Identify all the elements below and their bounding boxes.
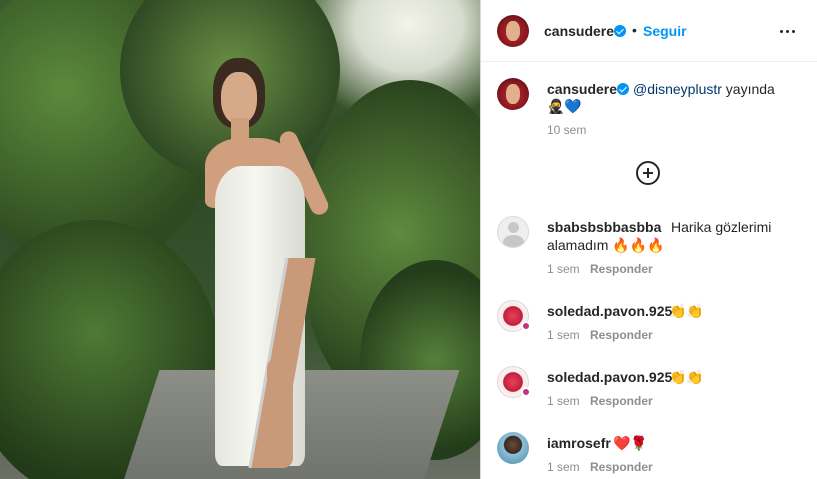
reply-button[interactable]: Responder bbox=[590, 460, 653, 474]
comment-username[interactable]: soledad.pavon.925 bbox=[547, 303, 672, 319]
reply-button[interactable]: Responder bbox=[590, 394, 653, 408]
caption-author-avatar[interactable] bbox=[497, 78, 529, 110]
commenter-avatar[interactable] bbox=[497, 216, 529, 248]
caption-timestamp[interactable]: 10 sem bbox=[547, 123, 586, 137]
commenter-avatar[interactable] bbox=[497, 432, 529, 464]
more-options-icon[interactable] bbox=[778, 22, 798, 42]
post-sidebar: cansudere • Seguir cansudere @disneyplus… bbox=[481, 0, 817, 479]
comment-timestamp[interactable]: 1 sem bbox=[547, 394, 580, 408]
separator-dot: • bbox=[632, 22, 637, 38]
comment-timestamp[interactable]: 1 sem bbox=[547, 460, 580, 474]
comment-username[interactable]: sbabsbsbbasbba bbox=[547, 219, 661, 235]
caption-text: @disneyplustr yayında bbox=[633, 80, 775, 98]
comment-text: Harika gözlerimi bbox=[671, 219, 772, 235]
caption-username[interactable]: cansudere bbox=[547, 81, 617, 97]
author-avatar[interactable] bbox=[497, 15, 529, 47]
load-more-comments-icon[interactable] bbox=[636, 161, 660, 185]
post-header: cansudere • Seguir bbox=[481, 0, 817, 62]
caption-rest: yayında bbox=[721, 81, 775, 97]
story-badge-icon bbox=[521, 387, 531, 397]
leg bbox=[267, 358, 293, 468]
comment-text: ❤️🌹 bbox=[613, 435, 648, 451]
reply-button[interactable]: Responder bbox=[590, 262, 653, 276]
follow-button[interactable]: Seguir bbox=[643, 23, 687, 39]
comment-text-continued: alamadım 🔥🔥🔥 bbox=[547, 237, 665, 253]
verified-icon bbox=[614, 25, 626, 37]
reply-button[interactable]: Responder bbox=[590, 328, 653, 342]
author-username[interactable]: cansudere bbox=[544, 23, 614, 39]
comment-username[interactable]: iamrosefr bbox=[547, 435, 611, 451]
comment-text: 👏👏 bbox=[669, 369, 704, 385]
caption-mention-link[interactable]: @disneyplustr bbox=[633, 81, 722, 97]
verified-icon bbox=[617, 83, 629, 95]
comment-timestamp[interactable]: 1 sem bbox=[547, 262, 580, 276]
comment-username[interactable]: soledad.pavon.925 bbox=[547, 369, 672, 385]
comment-text: 👏👏 bbox=[669, 303, 704, 319]
story-badge-icon bbox=[521, 321, 531, 331]
face bbox=[221, 72, 257, 124]
post-photo[interactable] bbox=[0, 0, 481, 479]
comment-timestamp[interactable]: 1 sem bbox=[547, 328, 580, 342]
caption-emojis: 🥷💙 bbox=[547, 98, 582, 114]
